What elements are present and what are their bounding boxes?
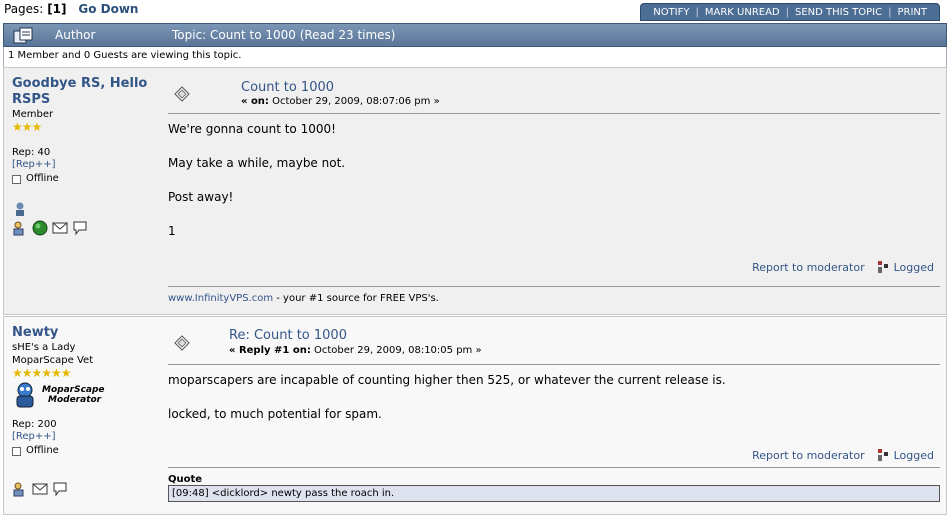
post-date-label: « on: [241, 96, 269, 107]
post-date: « Reply #1 on: October 29, 2009, 08:10:0… [229, 345, 482, 356]
post-body: We're gonna count to 1000! May take a wh… [168, 114, 940, 238]
rep-plus-link[interactable]: [Rep++] [12, 159, 162, 171]
go-down-link[interactable]: Go Down [78, 2, 138, 16]
post-date-label: « Reply #1 on: [229, 345, 311, 356]
email-icon[interactable] [52, 220, 68, 236]
post-footer: Report to moderator Logged [752, 260, 934, 274]
post-content: Re: Count to 1000 « Reply #1 on: October… [168, 323, 940, 502]
logged-ip: Logged [877, 260, 934, 274]
topic-icon [13, 27, 33, 44]
badge-line-2: Moderator [48, 395, 102, 405]
top-bar: Pages: [1] Go Down NOTIFY | MARK UNREAD … [0, 0, 950, 22]
reputation: Rep: 40 [12, 147, 51, 158]
signature-text: - your #1 source for FREE VPS's. [273, 293, 439, 304]
offline-icon [12, 446, 21, 456]
personal-message-icon[interactable] [52, 481, 68, 497]
post-date-value: October 29, 2009, 08:10:05 pm » [314, 345, 482, 356]
post-date: « on: October 29, 2009, 08:07:06 pm » [241, 96, 440, 107]
status-text: Offline [26, 173, 59, 184]
post-footer: Report to moderator Logged [752, 448, 934, 462]
post-line: moparscapers are incapable of counting h… [168, 373, 726, 387]
viewing-status: 1 Member and 0 Guests are viewing this t… [3, 47, 947, 67]
quote-box: [09:48] <dicklord> newty pass the roach … [168, 485, 940, 502]
author-column-label: Author [55, 28, 96, 42]
post: Newty sHE's a Lady MoparScape Vet ★★★★★★… [3, 316, 947, 515]
post: Goodbye RS, Hello RSPS Member ★★★ Rep: 4… [3, 67, 947, 315]
post-line: 1 [168, 224, 176, 238]
send-topic-button[interactable]: SEND THIS TOPIC [789, 7, 888, 18]
mark-unread-button[interactable]: MARK UNREAD [699, 7, 786, 18]
poster-icons [12, 481, 162, 497]
moderator-mascot-icon [16, 382, 34, 408]
topic-header: Author Topic: Count to 1000 (Read 23 tim… [3, 23, 947, 47]
personal-message-icon[interactable] [72, 220, 88, 236]
post-line: May take a while, maybe not. [168, 156, 346, 170]
report-to-moderator-link[interactable]: Report to moderator [752, 261, 865, 274]
quote-header: Quote [168, 474, 203, 485]
reputation: Rep: 200 [12, 419, 57, 430]
online-status: Offline [12, 445, 162, 457]
custom-title: sHE's a Lady [12, 342, 76, 353]
post-line: locked, to much potential for spam. [168, 407, 382, 421]
moderator-badge: MoparScape Moderator [12, 381, 162, 409]
post-line: Post away! [168, 190, 234, 204]
print-button[interactable]: PRINT [891, 7, 933, 18]
poster-name[interactable]: Goodbye RS, Hello RSPS [12, 76, 162, 108]
offline-icon [12, 174, 21, 184]
rank-stars: ★★★ [12, 120, 42, 134]
logged-label: Logged [893, 448, 934, 462]
post-date-value: October 29, 2009, 08:07:06 pm » [272, 96, 440, 107]
pagination: Pages: [1] Go Down [4, 2, 138, 16]
topic-title: Topic: Count to 1000 (Read 23 times) [172, 28, 396, 42]
topic-actions: NOTIFY | MARK UNREAD | SEND THIS TOPIC |… [640, 3, 940, 21]
status-text: Offline [26, 445, 59, 456]
post-header: Count to 1000 « on: October 29, 2009, 08… [168, 74, 940, 114]
rep-plus-link[interactable]: [Rep++] [12, 431, 162, 443]
avatar-icon [16, 202, 24, 216]
email-icon[interactable] [32, 481, 48, 497]
logged-label: Logged [893, 260, 934, 274]
logged-icon [877, 261, 888, 273]
post-content: Count to 1000 « on: October 29, 2009, 08… [168, 74, 940, 304]
post-body: moparscapers are incapable of counting h… [168, 365, 940, 421]
badge-line-1: MoparScape [42, 385, 105, 395]
post-icon [174, 86, 190, 102]
signature: www.InfinityVPS.com - your #1 source for… [168, 286, 940, 304]
poster-info: Goodbye RS, Hello RSPS Member ★★★ Rep: 4… [12, 76, 162, 236]
profile-icon[interactable] [12, 481, 28, 497]
signature: Quote [09:48] <dicklord> newty pass the … [168, 467, 940, 502]
post-line: We're gonna count to 1000! [168, 122, 336, 136]
pages-label: Pages: [4, 2, 44, 16]
poster-icons [12, 201, 162, 236]
post-icon [174, 335, 190, 351]
profile-icon[interactable] [12, 220, 28, 236]
post-subject[interactable]: Count to 1000 [241, 80, 334, 95]
logged-icon [877, 449, 888, 461]
poster-info: Newty sHE's a Lady MoparScape Vet ★★★★★★… [12, 325, 162, 497]
online-status: Offline [12, 173, 162, 185]
rank-stars: ★★★★★★ [12, 366, 72, 380]
poster-name[interactable]: Newty [12, 325, 162, 341]
post-subject[interactable]: Re: Count to 1000 [229, 328, 347, 343]
website-globe-icon[interactable] [32, 220, 48, 236]
current-page[interactable]: [1] [47, 2, 66, 16]
notify-button[interactable]: NOTIFY [647, 7, 695, 18]
post-header: Re: Count to 1000 « Reply #1 on: October… [168, 323, 940, 365]
signature-link[interactable]: www.InfinityVPS.com [168, 293, 273, 304]
logged-ip: Logged [877, 448, 934, 462]
report-to-moderator-link[interactable]: Report to moderator [752, 449, 865, 462]
